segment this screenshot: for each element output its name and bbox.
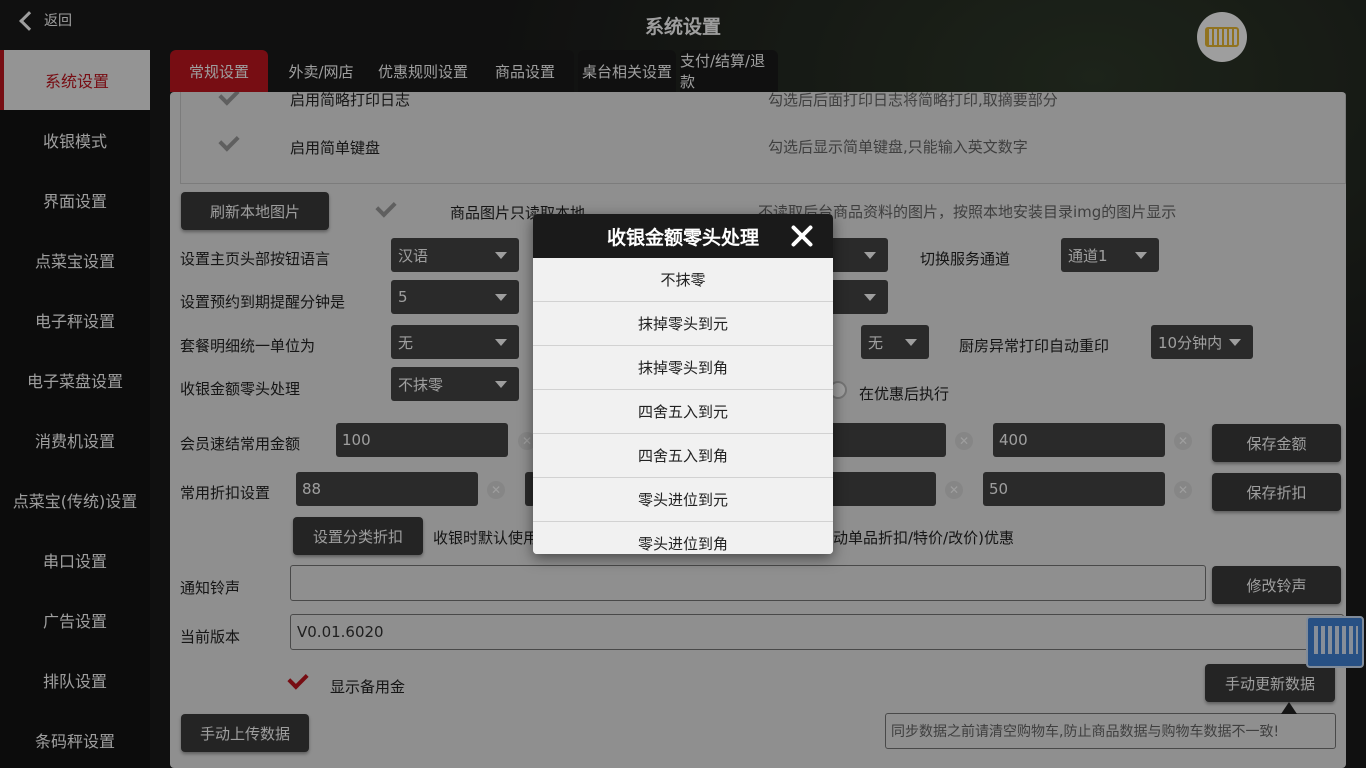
modal-title: 收银金额零头处理 [606,226,759,249]
modal-option[interactable]: 零头进位到角 [533,522,833,554]
modal-option[interactable]: 四舍五入到角 [533,434,833,478]
modal-option[interactable]: 抹掉零头到元 [533,302,833,346]
modal-option[interactable]: 抹掉零头到角 [533,346,833,390]
modal-option[interactable]: 四舍五入到元 [533,390,833,434]
modal-option[interactable]: 零头进位到元 [533,478,833,522]
modal-header: 收银金额零头处理 [533,214,833,258]
close-icon[interactable] [789,223,815,249]
modal-option[interactable]: 不抹零 [533,258,833,302]
rounding-modal: 收银金额零头处理 不抹零 抹掉零头到元 抹掉零头到角 四舍五入到元 四舍五入到角… [533,214,833,554]
